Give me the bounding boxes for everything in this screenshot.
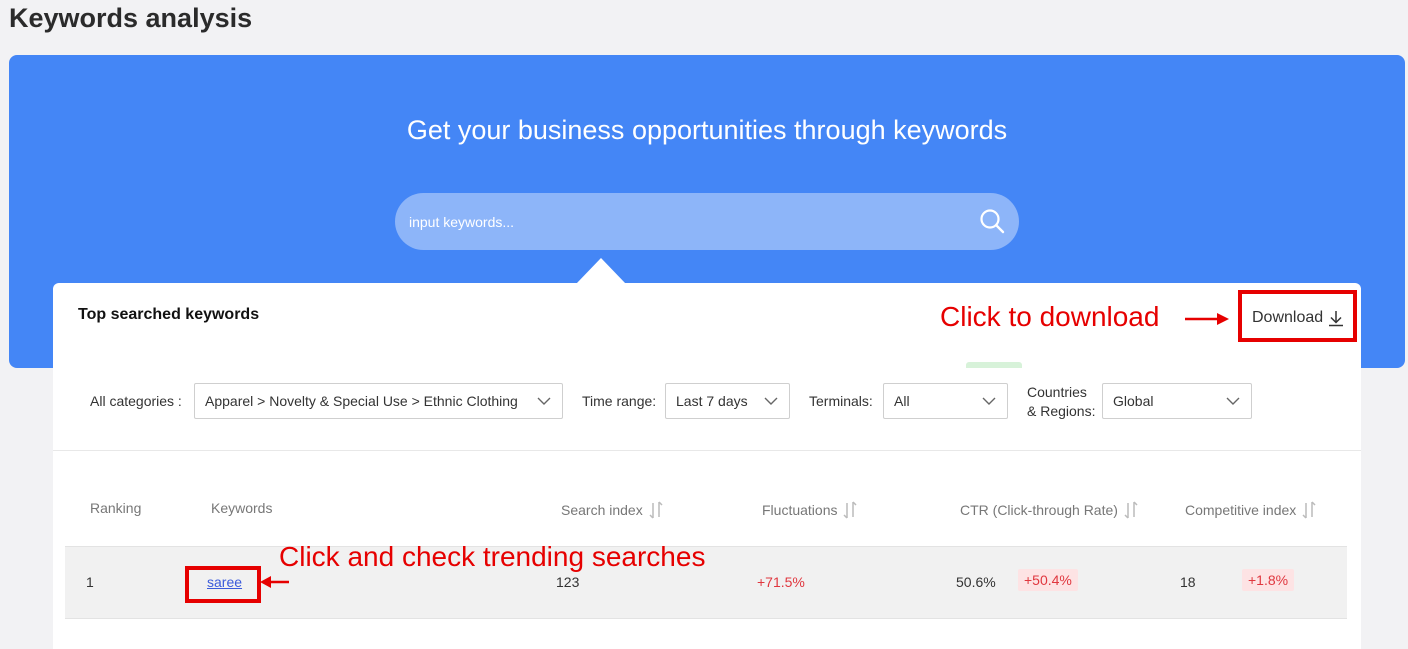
sort-icon[interactable]: [843, 500, 858, 520]
partial-row-badge: [966, 362, 1022, 368]
countries-value: Global: [1113, 393, 1154, 409]
sort-icon[interactable]: [1124, 500, 1138, 520]
download-label: Download: [1252, 309, 1324, 326]
time-range-select[interactable]: Last 7 days: [665, 383, 790, 419]
categories-select[interactable]: Apparel > Novelty & Special Use > Ethnic…: [194, 383, 563, 419]
countries-select[interactable]: Global: [1102, 383, 1252, 419]
filter-bar: All categories : Apparel > Novelty & Spe…: [90, 383, 1330, 419]
column-search-index[interactable]: Search index: [561, 500, 663, 520]
search-icon[interactable]: [979, 208, 1005, 234]
time-range-value: Last 7 days: [676, 393, 748, 409]
terminals-label: Terminals:: [809, 393, 873, 409]
column-competitive-index[interactable]: Competitive index: [1185, 500, 1316, 520]
chevron-down-icon: [537, 397, 551, 405]
cell-ranking: 1: [86, 574, 94, 590]
cell-search-index: 123: [556, 574, 580, 590]
chevron-down-icon: [982, 397, 996, 405]
download-icon: [1329, 311, 1344, 327]
hero-title: Get your business opportunities through …: [406, 115, 1008, 145]
arrow-right-icon: [1185, 313, 1229, 325]
countries-label-line1: Countries: [1027, 384, 1087, 400]
ctr-change-badge: +50.4%: [1018, 569, 1078, 591]
search-input[interactable]: [409, 193, 969, 250]
keywords-card: Top searched keywords Click to download …: [53, 283, 1361, 649]
page-title: Keywords analysis: [9, 3, 253, 33]
time-range-label: Time range:: [582, 393, 657, 409]
sort-icon[interactable]: [1302, 500, 1316, 520]
sort-icon[interactable]: [649, 500, 663, 520]
categories-label: All categories :: [90, 393, 182, 409]
terminals-select[interactable]: All: [883, 383, 1008, 419]
divider: [53, 450, 1361, 451]
competitive-change-badge: +1.8%: [1242, 569, 1295, 591]
arrow-left-icon: [260, 576, 289, 588]
chevron-down-icon: [1226, 397, 1240, 405]
cell-ctr: 50.6%: [956, 574, 996, 590]
keyword-highlight-box: [185, 566, 261, 603]
column-keywords: Keywords: [211, 500, 273, 516]
cell-competitive-index: 18: [1180, 574, 1196, 590]
keyword-annotation: Click and check trending searches: [279, 541, 706, 572]
terminals-value: All: [894, 393, 910, 409]
card-title: Top searched keywords: [78, 306, 260, 323]
column-ctr[interactable]: CTR (Click-through Rate): [960, 500, 1138, 520]
categories-value: Apparel > Novelty & Special Use > Ethnic…: [205, 393, 518, 409]
column-fluctuations[interactable]: Fluctuations: [762, 500, 858, 520]
countries-label: Countries & Regions:: [1027, 383, 1095, 421]
cell-fluctuation: +71.5%: [757, 574, 805, 590]
search-box: [395, 193, 1019, 250]
table-header: Ranking Keywords Search index Fluctuatio…: [65, 493, 1347, 525]
chevron-down-icon: [764, 397, 778, 405]
download-button[interactable]: Download: [1252, 309, 1345, 327]
download-annotation: Click to download: [940, 301, 1160, 332]
column-ranking: Ranking: [90, 500, 142, 516]
card-pointer: [576, 258, 626, 284]
countries-label-line2: & Regions:: [1027, 403, 1096, 419]
